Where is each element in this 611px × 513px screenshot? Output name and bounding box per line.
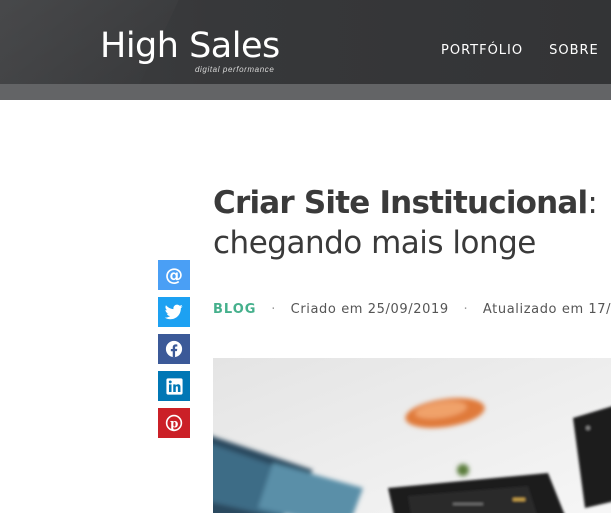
share-pinterest-button[interactable]: p [158,408,190,438]
share-linkedin-button[interactable] [158,371,190,401]
created-date: Criado em 25/09/2019 [290,302,449,317]
meta-separator: · [463,302,469,317]
share-twitter-button[interactable] [158,297,190,327]
facebook-icon [165,340,183,358]
header-bottom-band [0,84,611,100]
email-icon: @ [165,265,183,285]
pinterest-icon: p [165,414,183,432]
nav-item-sobre[interactable]: SOBRE [549,43,599,58]
twitter-icon [165,304,183,320]
main-nav: PORTFÓLIO SOBRE [441,43,599,58]
meta-separator: · [271,302,276,317]
nav-item-portfolio[interactable]: PORTFÓLIO [441,43,523,58]
site-logo[interactable]: High Sales digital performance [100,26,280,76]
logo-wordmark: High Sales [100,26,280,66]
site-header: High Sales digital performance PORTFÓLIO… [0,0,611,84]
category-link[interactable]: BLOG [213,302,256,317]
article-title-bold: Criar Site Institucional [213,185,588,221]
updated-date: Atualizado em 17/12 [482,302,611,317]
article-title: Criar Site Institucional: chegando mais l… [213,183,611,263]
linkedin-icon [165,377,183,395]
logo-tagline: digital performance [195,65,275,74]
svg-text:p: p [170,416,178,430]
article-meta: BLOG · Criado em 25/09/2019 · Atualizado… [213,302,611,317]
featured-image [213,358,611,513]
share-email-button[interactable]: @ [158,260,190,290]
share-facebook-button[interactable] [158,334,190,364]
svg-text:@: @ [165,265,183,285]
article-title-rest: : [587,185,598,221]
article-title-line2: chegando mais longe [213,225,536,261]
